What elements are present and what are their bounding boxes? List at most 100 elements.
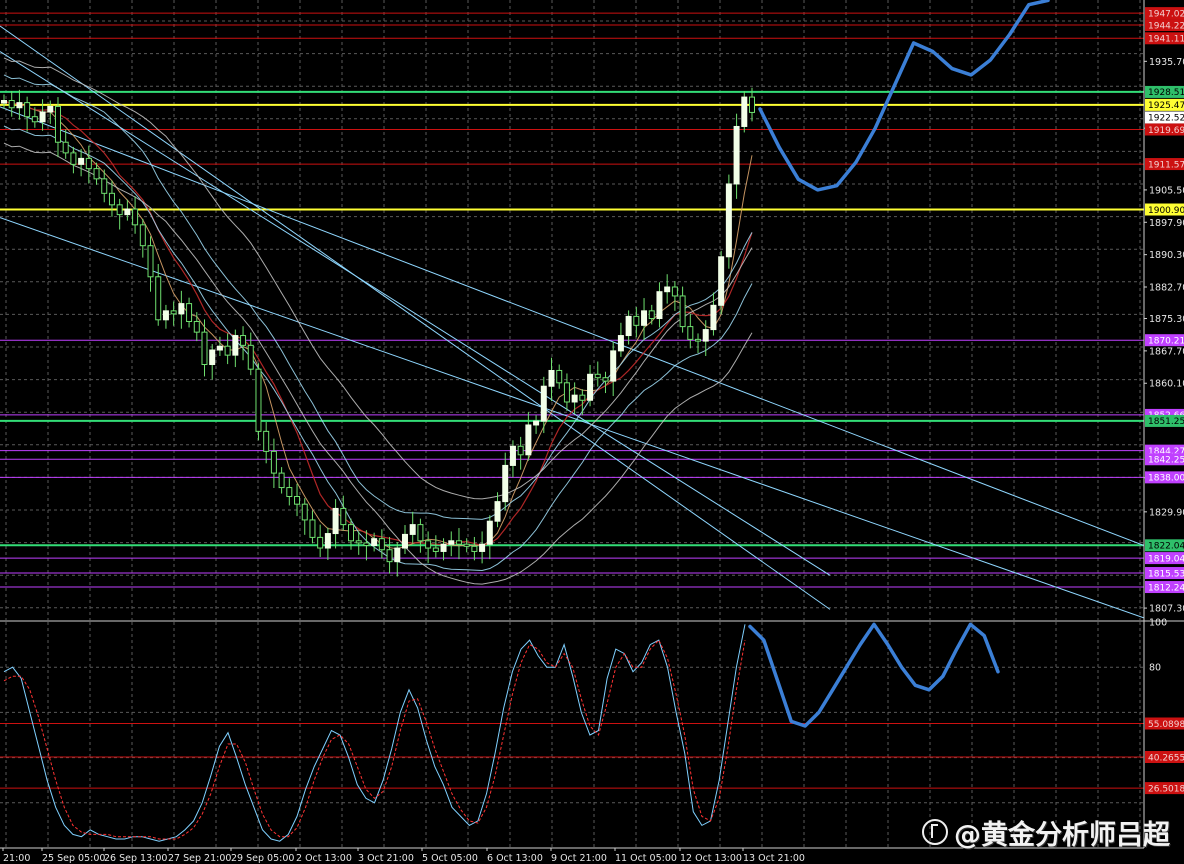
level-badge-label: 1919.69 [1148, 126, 1184, 136]
y-tick-label: 1867.70 [1149, 346, 1184, 357]
y-tick-label: 1829.90 [1149, 507, 1184, 518]
candle-bull [710, 304, 717, 331]
candle-bear [116, 204, 123, 216]
candle-bear [186, 303, 193, 322]
candle-bear [255, 368, 262, 432]
candle-bull [216, 345, 223, 351]
candle-bear [247, 344, 254, 370]
candle-bear [679, 295, 686, 328]
candle-bear [270, 450, 277, 474]
candle-bear [386, 549, 393, 563]
candle-bear [170, 310, 177, 315]
level-badge-label: 1925.47 [1148, 101, 1184, 111]
candle-bear [363, 542, 370, 546]
candle-bear [648, 310, 655, 320]
candle-bull [725, 183, 732, 258]
candle-bear [286, 487, 293, 498]
candle-bear [671, 286, 678, 297]
candle-bull [525, 424, 532, 456]
stoch-y-tick-label: 100 [1149, 618, 1167, 629]
candle-bull [394, 547, 401, 563]
x-tick-label: 9 Oct 21:00 [551, 853, 607, 864]
candle-bull [664, 286, 671, 293]
candle-bear [749, 96, 755, 113]
candle-bear [139, 224, 146, 247]
level-badge-label: 1944.22 [1148, 21, 1184, 31]
candle-bear [471, 545, 478, 552]
candle-bull [548, 369, 555, 387]
candle-bull [78, 157, 85, 165]
level-badge-label: 1851.25 [1148, 417, 1184, 427]
candle-bull [440, 543, 447, 552]
y-tick-label: 1875.30 [1149, 314, 1184, 325]
candle-bull [741, 96, 748, 127]
y-tick-label: 1897.90 [1149, 218, 1184, 229]
candle-bear [62, 141, 69, 154]
candle-bear [193, 320, 200, 333]
candle-bear [70, 152, 77, 165]
candle-bull [718, 256, 725, 306]
candle-bear [85, 157, 92, 170]
candle-bear [594, 373, 601, 379]
level-badge-label: 1838.00 [1148, 474, 1184, 484]
candle-bear [348, 524, 355, 542]
candle-bull [656, 291, 663, 320]
candle-bull [571, 394, 578, 403]
level-badge-label: 1842.25 [1148, 456, 1184, 466]
candle-bull [232, 335, 239, 356]
level-badge-label: 1870.21 [1148, 336, 1184, 346]
candle-bull [332, 507, 339, 535]
y-tick-label: 1935.70 [1149, 57, 1184, 68]
stoch-level-badge-label: 26.5018 [1148, 784, 1184, 794]
candle-bull [479, 543, 486, 552]
candle-bull [702, 329, 709, 342]
candle-bear [8, 99, 15, 109]
candle-bear [417, 524, 424, 542]
x-tick-label: 3 Oct 21:00 [358, 853, 414, 864]
candle-bear [687, 326, 694, 340]
candle-bull [587, 373, 594, 401]
candle-bear [132, 208, 139, 226]
candle-bear [24, 102, 31, 118]
x-tick-label: 27 Sep 21:00 [168, 853, 231, 864]
candle-bear [556, 369, 563, 384]
candle-bull [124, 208, 131, 216]
candle-bull [409, 524, 416, 535]
candle-bear [147, 245, 154, 278]
candle-bear [563, 382, 570, 403]
y-tick-label: 1890.30 [1149, 250, 1184, 261]
candle-bull [371, 538, 378, 546]
candle-bear [633, 315, 640, 326]
level-badge-label: 1922.52 [1148, 114, 1184, 124]
candle-bear [602, 377, 609, 382]
level-badge-label: 1928.51 [1148, 88, 1184, 98]
candle-bull [617, 335, 624, 352]
level-badge-label: 1911.57 [1148, 160, 1184, 170]
level-badge-label: 1900.90 [1148, 206, 1184, 216]
candle-bear [317, 536, 324, 549]
x-tick-label: 6 Oct 13:00 [487, 853, 543, 864]
stoch-y-tick-label: 80 [1149, 663, 1161, 674]
x-tick-label: 5 Oct 05:00 [422, 853, 478, 864]
y-tick-label: 1882.70 [1149, 283, 1184, 294]
candle-bear [224, 345, 231, 356]
candle-bear [278, 472, 285, 489]
candle-bull [16, 102, 23, 109]
candle-bull [39, 111, 46, 123]
candle-bear [201, 331, 208, 366]
candle-bull [209, 349, 216, 366]
level-badge-label: 1947.02 [1148, 9, 1184, 19]
price-chart: 1935.701920.001905.501897.901890.301882.… [0, 0, 1184, 864]
candle-bear [101, 178, 108, 194]
candle-bear [309, 519, 316, 538]
candle-bear [695, 338, 702, 342]
candle-bear [301, 503, 308, 521]
stoch-level-badge-label: 40.2655 [1148, 753, 1184, 763]
candle-bear [463, 543, 470, 547]
candle-bull [1, 99, 7, 104]
x-tick-label: 11 Oct 05:00 [615, 853, 677, 864]
y-tick-label: 1807.30 [1149, 604, 1184, 615]
candle-bull [47, 105, 54, 113]
candle-bull [610, 350, 617, 382]
candle-bull [625, 315, 632, 337]
